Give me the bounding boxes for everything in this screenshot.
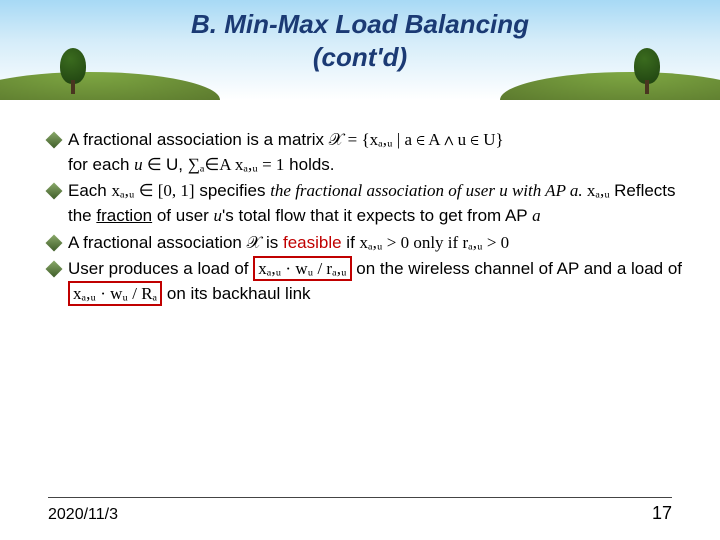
bullet-1: A fractional association is a matrix 𝒳 =… [48,128,688,177]
bullet-icon [46,132,63,149]
title-line-2: (cont'd) [313,42,407,72]
bullet-icon [46,183,63,200]
footer-page-number: 17 [652,503,672,524]
header-banner: B. Min-Max Load Balancing (cont'd) [0,0,720,100]
bullet-4-text: User produces a load of xₐ,ᵤ · wᵤ / rₐ,ᵤ… [68,257,688,306]
bullet-3-text: A fractional association 𝒳 is feasible i… [68,231,688,256]
footer-date: 2020/11/3 [48,506,118,524]
title-line-1: B. Min-Max Load Balancing [191,9,529,39]
slide-body: A fractional association is a matrix 𝒳 =… [48,128,688,308]
slide-title: B. Min-Max Load Balancing (cont'd) [0,8,720,73]
formula-box-1: xₐ,ᵤ · wᵤ / rₐ,ᵤ [253,256,351,281]
hill-right-decoration [500,72,720,100]
bullet-2: Each xₐ,ᵤ ∈ [0, 1] specifies the fractio… [48,179,688,228]
hill-left-decoration [0,72,220,100]
bullet-3: A fractional association 𝒳 is feasible i… [48,231,688,256]
footer-divider [48,497,672,498]
bullet-4: User produces a load of xₐ,ᵤ · wᵤ / rₐ,ᵤ… [48,257,688,306]
bullet-icon [46,234,63,251]
bullet-2-text: Each xₐ,ᵤ ∈ [0, 1] specifies the fractio… [68,179,688,228]
formula-box-2: xₐ,ᵤ · wᵤ / Rₐ [68,281,162,306]
bullet-1-text: A fractional association is a matrix 𝒳 =… [68,128,688,177]
bullet-icon [46,261,63,278]
